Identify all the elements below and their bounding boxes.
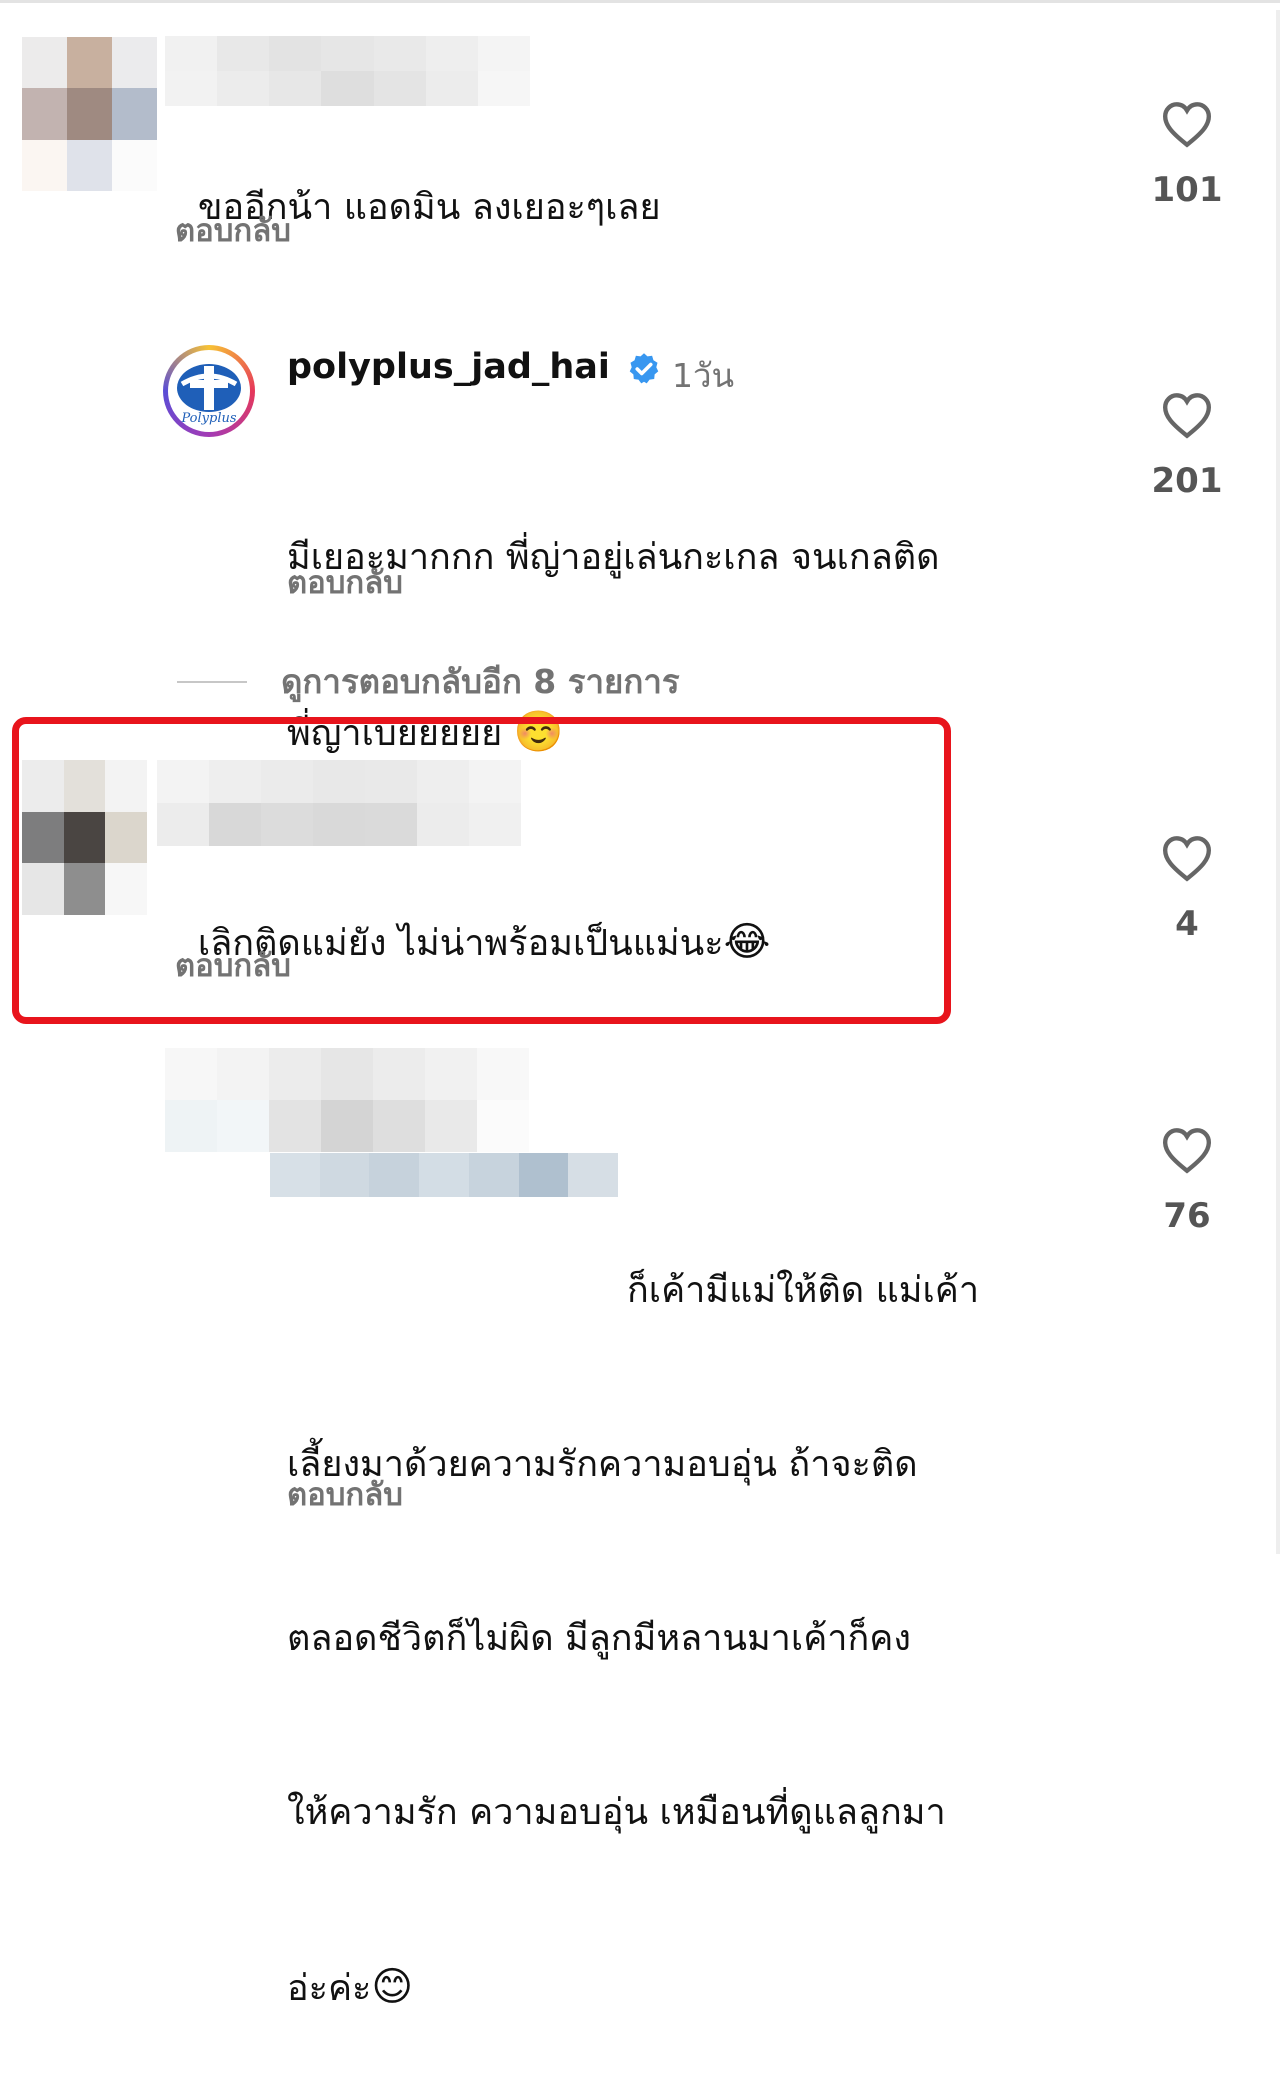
- reply-button[interactable]: ตอบกลับ: [175, 205, 291, 255]
- laughing-emoji-icon: 😂: [723, 919, 771, 965]
- view-replies-label[interactable]: ดูการตอบกลับอีก 8 รายการ: [281, 655, 680, 708]
- username-blurred[interactable]: [165, 36, 530, 106]
- comment-text: ก็เค้ามีแม่ให้ติด แม่เค้า เลี้ยงมาด้วยคว…: [287, 1146, 979, 2076]
- svg-text:Polyplus: Polyplus: [180, 411, 236, 426]
- smiling-emoji-icon: 😊: [371, 1964, 414, 2010]
- reply-button[interactable]: ตอบกลับ: [287, 1469, 403, 1519]
- view-more-replies[interactable]: ดูการตอบกลับอีก 8 รายการ: [177, 655, 680, 708]
- like-button[interactable]: 4: [1147, 834, 1227, 944]
- verified-badge-icon: [629, 353, 659, 384]
- reply-button[interactable]: ตอบกลับ: [175, 940, 291, 990]
- comment-line: อ่ะค่ะ😊: [287, 1964, 414, 2010]
- heart-icon[interactable]: [1160, 834, 1214, 882]
- comment-username[interactable]: polyplus_jad_hai: [287, 347, 610, 387]
- heart-icon[interactable]: [1160, 391, 1214, 439]
- replies-divider: [177, 680, 247, 683]
- like-button[interactable]: 76: [1147, 1126, 1227, 1236]
- avatar-username-blurred[interactable]: [165, 1048, 529, 1152]
- like-button[interactable]: 201: [1147, 391, 1227, 501]
- comment-line: ก็เค้ามีแม่ให้ติด แม่เค้า: [627, 1270, 980, 1311]
- comment-line: ตลอดชีวิตก็ไม่ผิด มีลูกมีหลานมาเค้าก็คง: [287, 1618, 911, 1659]
- comment-line: ให้ความรัก ความอบอุ่น เหมือนที่ดูแลลูกมา: [287, 1792, 946, 1833]
- heart-icon[interactable]: [1160, 100, 1214, 148]
- like-count: 76: [1163, 1196, 1211, 1236]
- top-divider: [0, 0, 1280, 3]
- avatar-blurred[interactable]: [22, 37, 157, 191]
- like-count: 201: [1151, 461, 1223, 501]
- like-count: 4: [1175, 904, 1199, 944]
- like-button[interactable]: 101: [1147, 100, 1227, 210]
- brand-avatar[interactable]: Polyplus: [163, 345, 255, 437]
- comment-timestamp: 1วัน: [672, 356, 735, 395]
- reply-button[interactable]: ตอบกลับ: [287, 557, 403, 607]
- polyplus-logo-icon: Polyplus: [177, 364, 241, 426]
- like-count: 101: [1151, 170, 1223, 210]
- avatar-blurred[interactable]: [22, 760, 147, 915]
- heart-icon[interactable]: [1160, 1126, 1214, 1174]
- scrollbar-track[interactable]: [1276, 10, 1280, 1554]
- username-blurred[interactable]: [157, 760, 521, 846]
